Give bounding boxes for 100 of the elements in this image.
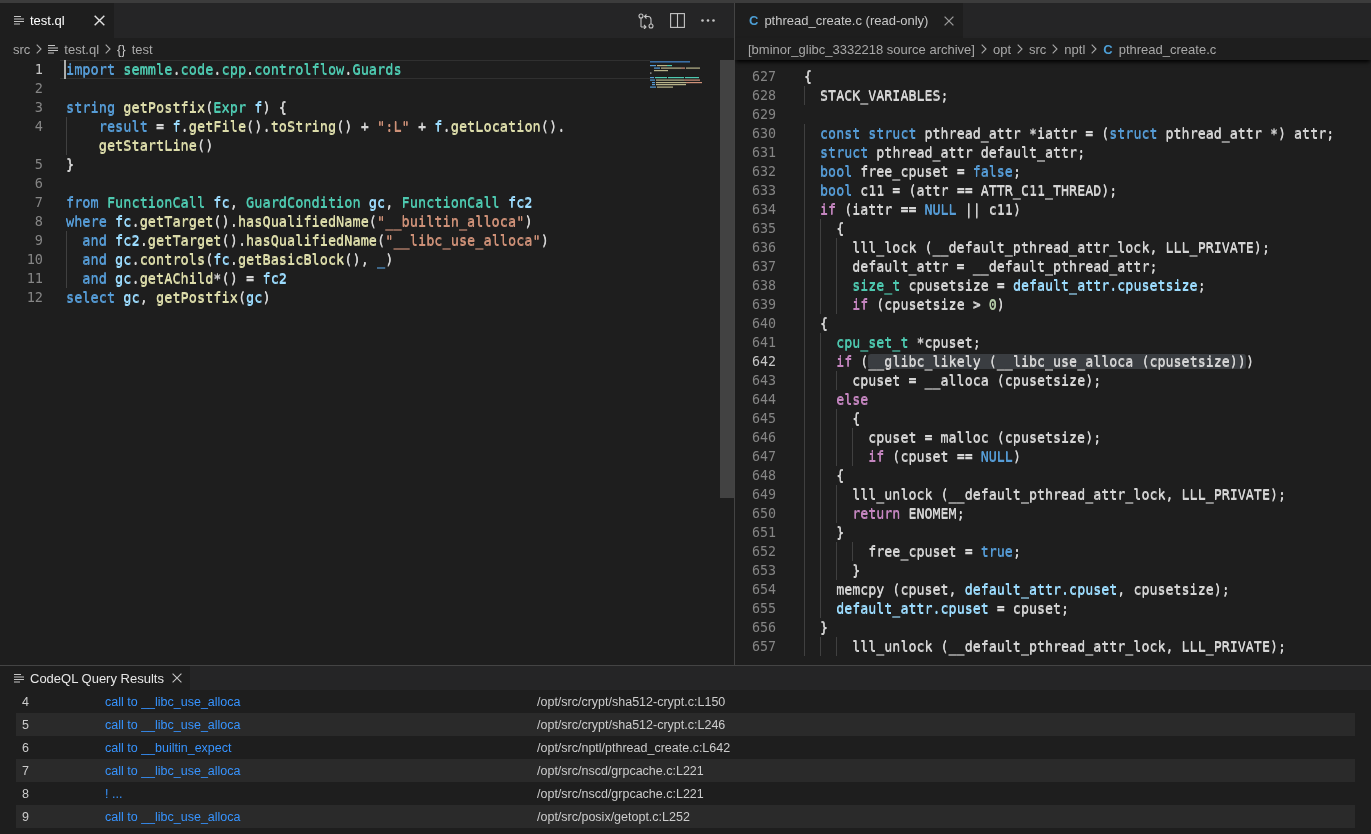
code-line: default_attr = __default_pthread_attr; [852, 258, 1158, 276]
line-number: 640 [750, 315, 776, 333]
code-line: and gc.controls(fc.getBasicBlock(), _) [82, 250, 394, 269]
code-line: return ENOMEM; [852, 505, 965, 523]
close-icon[interactable] [944, 15, 955, 26]
breadcrumb-item[interactable]: {} test [117, 41, 153, 57]
code-line: free_cpuset = true; [868, 543, 1021, 561]
code-line: const struct pthread_attr *iattr = (struct pthread_attr *) attr; [820, 125, 1335, 143]
code-line: if (__glibc_likely (__libc_use_alloca (cpusetsize))) [836, 353, 1254, 371]
code-line: cpu_set_t *cpuset; [836, 334, 981, 352]
row-number: 8 [21, 786, 29, 801]
chevron-right-icon [980, 44, 987, 54]
code-line: } [66, 155, 75, 174]
code-line: string getPostfix(Expr f) { [66, 98, 287, 117]
breadcrumb-item[interactable]: src [13, 41, 31, 57]
line-number: 637 [750, 258, 776, 276]
line-number: 646 [750, 429, 776, 447]
code-line: lll_lock (__default_pthread_attr_lock, LLL_PRIVATE); [852, 239, 1270, 257]
line-number: 634 [750, 201, 776, 219]
line-number: 648 [750, 467, 776, 485]
result-link[interactable]: call to __libc_use_alloca [105, 763, 241, 778]
breadcrumb-item[interactable]: [bminor_glibc_3332218 source archive] [748, 41, 975, 57]
code-line: import semmle.code.cpp.controlflow.Guards [66, 60, 402, 79]
text-lines-icon [14, 16, 24, 25]
compare-icon[interactable] [638, 12, 654, 29]
line-number: 636 [750, 239, 776, 257]
code-line: from FunctionCall fc, GuardCondition gc, FunctionCall fc2 [66, 193, 533, 212]
location-text: /opt/src/crypt/sha512-crypt.c:L150 [536, 694, 726, 709]
result-link[interactable]: call to __libc_use_alloca [105, 694, 241, 709]
code-line: getStartLine() [98, 136, 214, 155]
location-text: /opt/src/nscd/grpcache.c:L221 [536, 786, 704, 801]
code-line: lll_unlock (__default_pthread_attr_lock, LLL_PRIVATE); [852, 486, 1286, 504]
line-number: 8 [33, 212, 43, 231]
code-line: and fc2.getTarget().hasQualifiedName("__libc_use_alloca") [82, 231, 549, 250]
text-cursor-icon [64, 60, 66, 79]
line-number: 653 [750, 562, 776, 580]
code-line: { [836, 220, 845, 238]
line-number: 11 [25, 269, 43, 288]
location-text: /opt/src/nscd/grpcache.c:L221 [536, 763, 704, 778]
code-line: if (cpuset == NULL) [868, 448, 1021, 466]
split-editor-icon[interactable] [670, 13, 685, 28]
result-link[interactable]: call to __builtin_expect [105, 740, 232, 755]
code-line: bool c11 = (attr == ATTR_C11_THREAD); [820, 182, 1118, 200]
line-number: 651 [750, 524, 776, 542]
panel-tab[interactable]: CodeQL Query Results [0, 666, 190, 690]
scrollbar-thumb[interactable] [720, 60, 734, 498]
code-line: { [820, 315, 829, 333]
breadcrumb-item[interactable]: test.ql [48, 41, 100, 57]
row-number: 7 [21, 763, 29, 778]
line-number: 641 [750, 334, 776, 352]
line-number: 655 [750, 600, 776, 618]
code-line: cpuset = __alloca (cpusetsize); [852, 372, 1102, 390]
code-line: } [836, 524, 845, 542]
line-number: 657 [750, 638, 776, 656]
line-number: 9 [33, 231, 43, 250]
line-number: 650 [750, 505, 776, 523]
line-number: 627 [750, 68, 776, 86]
editor-tab[interactable]: C pthread_create.c (read-only) [735, 3, 964, 38]
line-number: 633 [750, 182, 776, 200]
line-number: 652 [750, 543, 776, 561]
line-number: 12 [25, 288, 43, 307]
breadcrumb-item[interactable]: C pthread_create.c [1103, 41, 1217, 57]
text-lines-icon [48, 44, 59, 54]
breadcrumb-item[interactable]: nptl [1064, 41, 1086, 57]
code-line: else [836, 391, 869, 409]
line-number: 3 [33, 98, 43, 117]
code-line: bool free_cpuset = false; [820, 163, 1021, 181]
result-link[interactable]: call to __libc_use_alloca [105, 809, 241, 824]
code-line: where fc.getTarget().hasQualifiedName("__builtin_alloca") [66, 212, 533, 231]
code-line: size_t cpusetsize = default_attr.cpusetsize; [852, 277, 1206, 295]
line-number: 643 [750, 372, 776, 390]
breadcrumb-item[interactable]: src [1029, 41, 1047, 57]
line-number: 654 [750, 581, 776, 599]
code-line: } [852, 562, 861, 580]
code-line: if (cpusetsize > 0) [852, 296, 1005, 314]
line-number: 644 [750, 391, 776, 409]
close-icon[interactable] [171, 673, 182, 683]
line-number: 630 [750, 125, 776, 143]
result-link[interactable]: call to __libc_use_alloca [105, 717, 241, 732]
line-number: 631 [750, 144, 776, 162]
braces-icon: {} [117, 42, 126, 56]
breadcrumb-item[interactable]: opt [992, 41, 1011, 57]
code-line: select gc, getPostfix(gc) [66, 288, 271, 307]
code-line: STACK_VARIABLES; [820, 87, 949, 105]
line-number: 639 [750, 296, 776, 314]
line-number: 647 [750, 448, 776, 466]
code-line: { [836, 467, 845, 485]
code-line: cpuset = malloc (cpusetsize); [868, 429, 1102, 447]
code-line: memcpy (cpuset, default_attr.cpuset, cpusetsize); [836, 581, 1230, 599]
result-link[interactable]: ! ... [105, 786, 123, 801]
ellipsis-icon[interactable] [701, 19, 715, 22]
row-number: 9 [21, 809, 29, 824]
code-line: result = f.getFile().toString() + ":L" + f.getLocation(). [98, 117, 566, 136]
line-number: 635 [750, 220, 776, 238]
line-number: 638 [750, 277, 776, 295]
location-text: /opt/src/nptl/pthread_create.c:L642 [536, 740, 731, 755]
line-number: 645 [750, 410, 776, 428]
editor-tab[interactable]: test.ql [0, 3, 114, 38]
line-number: 642 [750, 353, 776, 371]
line-number: 2 [33, 79, 43, 98]
